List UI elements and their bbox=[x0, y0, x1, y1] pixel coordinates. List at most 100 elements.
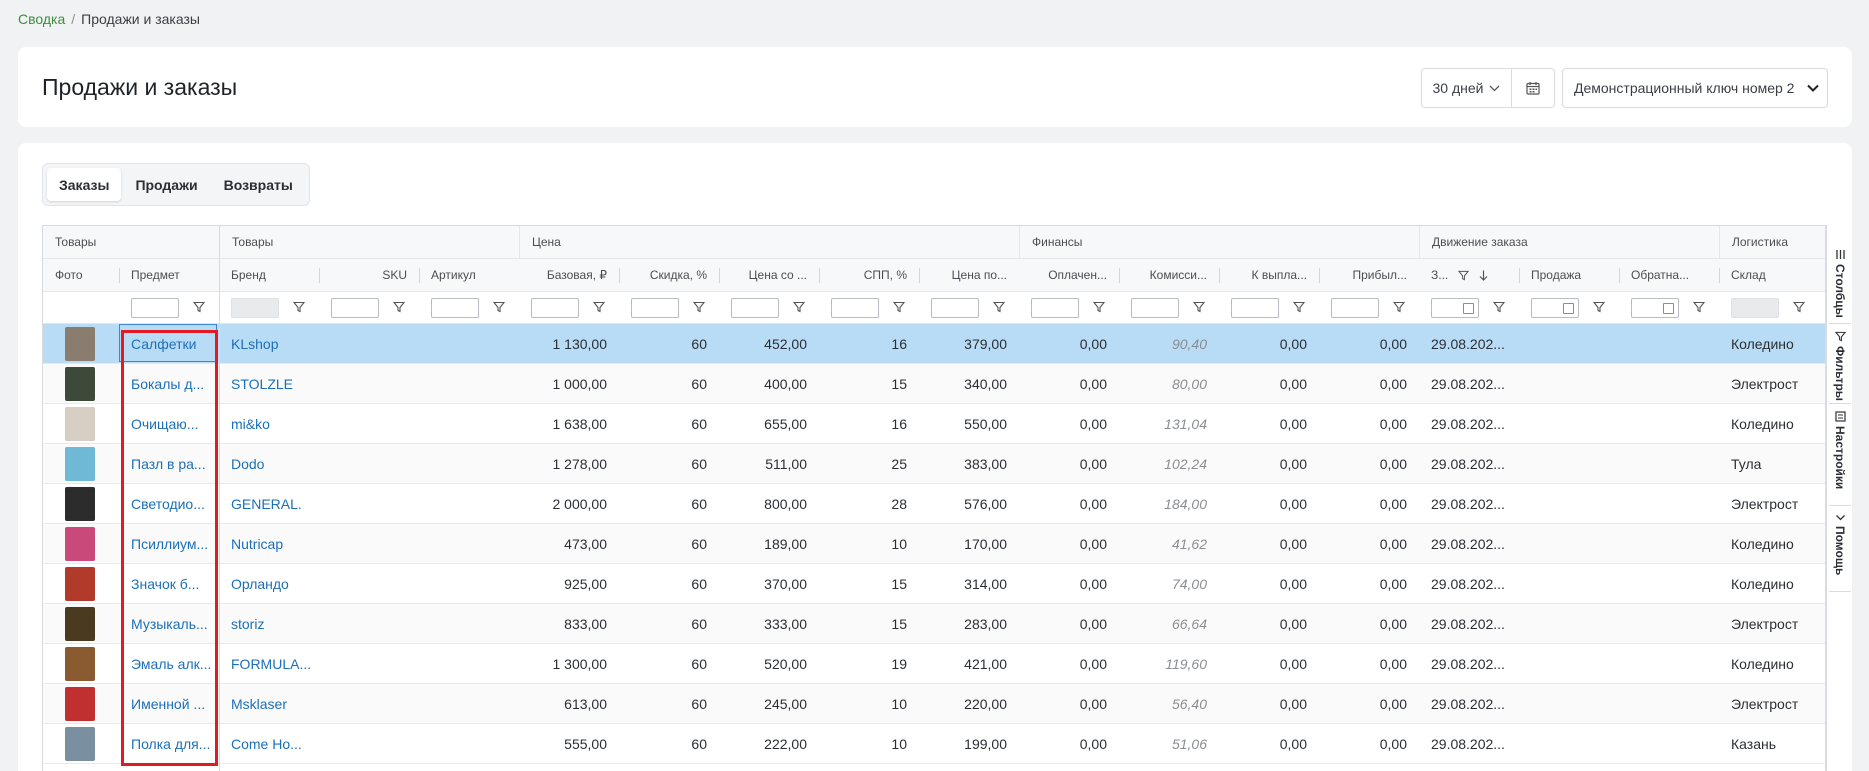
cell-subject[interactable]: Светодио... bbox=[119, 484, 219, 523]
table-row[interactable]: Музыкаль... storiz 833,00 60 333,00 15 283,00 0… bbox=[43, 604, 1825, 644]
column-filter-input[interactable] bbox=[1331, 298, 1379, 318]
product-photo[interactable] bbox=[65, 487, 95, 521]
product-photo[interactable] bbox=[65, 607, 95, 641]
product-photo[interactable] bbox=[65, 567, 95, 601]
column-filter-input[interactable] bbox=[831, 298, 879, 318]
cell-subject[interactable]: Очищаю... bbox=[119, 404, 219, 443]
table-row[interactable]: Пазл в ра... Dodo 1 278,00 60 511,00 25 383,00… bbox=[43, 444, 1825, 484]
filter-icon[interactable] bbox=[1393, 301, 1405, 313]
filter-icon[interactable] bbox=[493, 301, 505, 313]
col-header-price-with-discount[interactable]: Цена со ... bbox=[719, 259, 819, 291]
col-header-order-date[interactable]: З... bbox=[1419, 259, 1519, 291]
col-header-warehouse[interactable]: Склад bbox=[1719, 259, 1825, 291]
table-row[interactable]: Эмаль алк... FORMULA... 1 300,00 60 520,00 19… bbox=[43, 644, 1825, 684]
cell-brand[interactable]: Nutricap bbox=[219, 524, 319, 563]
table-row[interactable]: Бокалы д... STOLZLE 1 000,00 60 400,00 15 340,… bbox=[43, 364, 1825, 404]
side-tab-columns[interactable]: Столбцы bbox=[1827, 249, 1852, 318]
column-filter-input[interactable] bbox=[131, 298, 179, 318]
col-header-discount[interactable]: Скидка, % bbox=[619, 259, 719, 291]
side-tab-settings[interactable]: Настройки bbox=[1827, 411, 1852, 489]
filter-icon[interactable] bbox=[693, 301, 705, 313]
filter-icon[interactable] bbox=[893, 301, 905, 313]
cell-brand[interactable]: Dodo bbox=[219, 444, 319, 483]
filter-icon[interactable] bbox=[1493, 301, 1505, 313]
table-row[interactable]: Именной ... Msklaser 613,00 60 245,00 10 220,0… bbox=[43, 684, 1825, 724]
cell-brand[interactable]: GENERAL. bbox=[219, 484, 319, 523]
col-header-profit[interactable]: Прибыл... bbox=[1319, 259, 1419, 291]
date-filter-input[interactable] bbox=[1631, 298, 1679, 318]
col-header-commission[interactable]: Комисси... bbox=[1119, 259, 1219, 291]
filter-icon[interactable] bbox=[193, 301, 205, 313]
column-filter-input[interactable] bbox=[931, 298, 979, 318]
column-filter-input[interactable] bbox=[1231, 298, 1279, 318]
filter-icon[interactable] bbox=[293, 301, 305, 313]
col-header-article[interactable]: Артикул bbox=[419, 259, 519, 291]
table-row[interactable]: Полка для... Come Ho... 555,00 60 222,00 10 19… bbox=[43, 724, 1825, 764]
col-header-photo[interactable]: Фото bbox=[43, 259, 119, 291]
col-header-sale[interactable]: Продажа bbox=[1519, 259, 1619, 291]
tab-returns[interactable]: Возвраты bbox=[212, 168, 305, 201]
calendar-button[interactable] bbox=[1512, 69, 1554, 107]
cell-brand[interactable]: KLshop bbox=[219, 324, 319, 363]
tab-sales[interactable]: Продажи bbox=[123, 168, 209, 201]
cell-subject[interactable]: Псиллиум... bbox=[119, 524, 219, 563]
period-select[interactable]: 30 дней bbox=[1422, 69, 1512, 107]
col-header-paid[interactable]: Оплачен... bbox=[1019, 259, 1119, 291]
table-row[interactable]: Светодио... GENERAL. 2 000,00 60 800,00 28 576… bbox=[43, 484, 1825, 524]
cell-subject[interactable]: Значок б... bbox=[119, 564, 219, 603]
col-header-payout[interactable]: К выпла... bbox=[1219, 259, 1319, 291]
cell-brand[interactable]: storiz bbox=[219, 604, 319, 643]
filter-icon[interactable] bbox=[393, 301, 405, 313]
filter-icon[interactable] bbox=[993, 301, 1005, 313]
cell-brand[interactable]: Come Ho... bbox=[219, 724, 319, 763]
filter-icon[interactable] bbox=[1093, 301, 1105, 313]
product-photo[interactable] bbox=[65, 647, 95, 681]
sort-desc-icon[interactable] bbox=[1479, 270, 1488, 281]
column-filter-input[interactable] bbox=[531, 298, 579, 318]
product-photo[interactable] bbox=[65, 687, 95, 721]
filter-icon[interactable] bbox=[793, 301, 805, 313]
tab-orders[interactable]: Заказы bbox=[47, 168, 122, 201]
cell-subject[interactable]: Полка для... bbox=[119, 724, 219, 763]
col-header-base-price[interactable]: Базовая, ₽ bbox=[519, 259, 619, 291]
column-filter-input[interactable] bbox=[431, 298, 479, 318]
column-filter-input[interactable] bbox=[1131, 298, 1179, 318]
product-photo[interactable] bbox=[65, 727, 95, 761]
column-filter-input[interactable] bbox=[631, 298, 679, 318]
product-photo[interactable] bbox=[65, 367, 95, 401]
col-header-return[interactable]: Обратна... bbox=[1619, 259, 1719, 291]
filter-icon[interactable] bbox=[1693, 301, 1705, 313]
table-row[interactable]: Салфетки KLshop 1 130,00 60 452,00 16 379,00 0,… bbox=[43, 324, 1825, 364]
col-header-price-after[interactable]: Цена по... bbox=[919, 259, 1019, 291]
side-tab-filters[interactable]: Фильтры bbox=[1827, 331, 1852, 401]
col-header-subject[interactable]: Предмет bbox=[119, 259, 219, 291]
cell-subject[interactable]: Салфетки bbox=[119, 324, 219, 363]
column-filter-input[interactable] bbox=[731, 298, 779, 318]
filter-icon[interactable] bbox=[1293, 301, 1305, 313]
col-header-brand[interactable]: Бренд bbox=[219, 259, 319, 291]
cell-subject[interactable]: Именной ... bbox=[119, 684, 219, 723]
table-row[interactable]: Очищаю... mi&ko 1 638,00 60 655,00 16 550,00 0,… bbox=[43, 404, 1825, 444]
date-filter-input[interactable] bbox=[1531, 298, 1579, 318]
filter-icon[interactable] bbox=[1593, 301, 1605, 313]
cell-subject[interactable]: Пазл в ра... bbox=[119, 444, 219, 483]
cell-brand[interactable]: Орландо bbox=[219, 564, 319, 603]
filter-icon[interactable] bbox=[1193, 301, 1205, 313]
product-photo[interactable] bbox=[65, 407, 95, 441]
side-tab-help[interactable]: Помощь bbox=[1827, 513, 1852, 575]
cell-subject[interactable]: Эмаль алк... bbox=[119, 644, 219, 683]
column-filter-input[interactable] bbox=[1031, 298, 1079, 318]
cell-brand[interactable]: Msklaser bbox=[219, 684, 319, 723]
col-header-sku[interactable]: SKU bbox=[319, 259, 419, 291]
date-filter-input[interactable] bbox=[1431, 298, 1479, 318]
cell-brand[interactable]: FORMULA... bbox=[219, 644, 319, 683]
product-photo[interactable] bbox=[65, 327, 95, 361]
cell-subject[interactable]: Музыкаль... bbox=[119, 604, 219, 643]
col-header-spp[interactable]: СПП, % bbox=[819, 259, 919, 291]
column-filter-input[interactable] bbox=[331, 298, 379, 318]
api-key-select[interactable]: Демонстрационный ключ номер 2 bbox=[1562, 68, 1828, 108]
product-photo[interactable] bbox=[65, 527, 95, 561]
table-row[interactable]: Псиллиум... Nutricap 473,00 60 189,00 10 170,0… bbox=[43, 524, 1825, 564]
cell-subject[interactable]: Бокалы д... bbox=[119, 364, 219, 403]
breadcrumb-link-summary[interactable]: Сводка bbox=[18, 11, 65, 27]
